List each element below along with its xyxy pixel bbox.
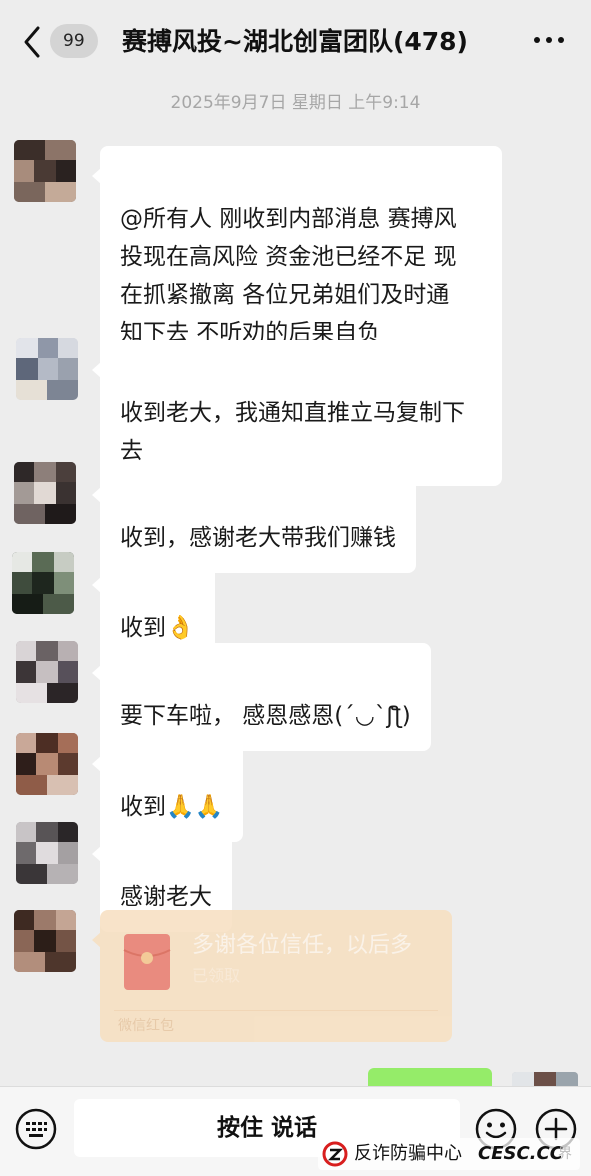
message-bubble[interactable]: @所有人 刚收到内部消息 赛搏风 投现在高风险 资金池已经不足 现 在抓紧撤离 … [92, 146, 502, 368]
message-text: 收到，感谢老大带我们赚钱 [120, 525, 396, 551]
message-timestamp: 2025年9月7日 星期日 上午9:14 [170, 93, 421, 113]
source-watermark: 反诈防骗中心 CESC.CC 界 [318, 1138, 580, 1170]
red-packet-message[interactable]: 多谢各位信任，以后多 已领取 微信红包 [92, 910, 452, 1042]
avatar-image [12, 552, 74, 614]
avatar-image [16, 338, 78, 400]
avatar[interactable] [14, 140, 76, 202]
keyboard-button[interactable] [14, 1107, 58, 1151]
avatar-image [16, 822, 78, 884]
avatar-image [14, 140, 76, 202]
avatar[interactable] [16, 641, 78, 703]
red-packet-title: 多谢各位信任，以后多 [192, 933, 413, 958]
avatar[interactable] [16, 822, 78, 884]
avatar-image [14, 462, 76, 524]
message-text: 收到老大，我通知直推立马复制下 去 [120, 400, 465, 464]
message-text: 收到👌 [120, 615, 195, 641]
red-packet-icon [122, 932, 172, 992]
unread-badge[interactable]: 99 [50, 24, 98, 58]
chat-title: 赛搏风投~湖北创富团队(478) [122, 27, 468, 56]
back-button[interactable] [16, 22, 50, 62]
avatar[interactable] [14, 462, 76, 524]
more-dots-icon [534, 37, 564, 43]
red-packet-footer: 微信红包 [118, 1018, 174, 1034]
more-button[interactable] [531, 30, 567, 50]
keyboard-icon [15, 1108, 57, 1150]
message-text: 感谢老大 [120, 884, 212, 910]
avatar-image [14, 910, 76, 972]
red-packet-status: 已领取 [192, 966, 241, 985]
avatar[interactable] [16, 338, 78, 400]
avatar[interactable] [16, 733, 78, 795]
chat-header: 99 赛搏风投~湖北创富团队(478) [0, 0, 591, 80]
message-text: @所有人 刚收到内部消息 赛搏风 投现在高风险 资金池已经不足 现 在抓紧撤离 … [120, 206, 457, 346]
chevron-left-icon [24, 26, 40, 58]
watermark-org: 反诈防骗中心 [354, 1143, 462, 1164]
message-text: 要下车啦， 感恩感恩(´◡`ʃƪ) [120, 703, 411, 729]
avatar[interactable] [14, 910, 76, 972]
avatar[interactable] [12, 552, 74, 614]
avatar-image [16, 641, 78, 703]
watermark-site: CESC.CC [478, 1143, 563, 1164]
message-text: 收到🙏🙏 [120, 794, 224, 820]
anti-fraud-logo-icon [322, 1141, 348, 1167]
red-packet-divider [114, 1010, 438, 1011]
avatar-image [16, 733, 78, 795]
watermark-faint-text: 界 [558, 1146, 572, 1162]
